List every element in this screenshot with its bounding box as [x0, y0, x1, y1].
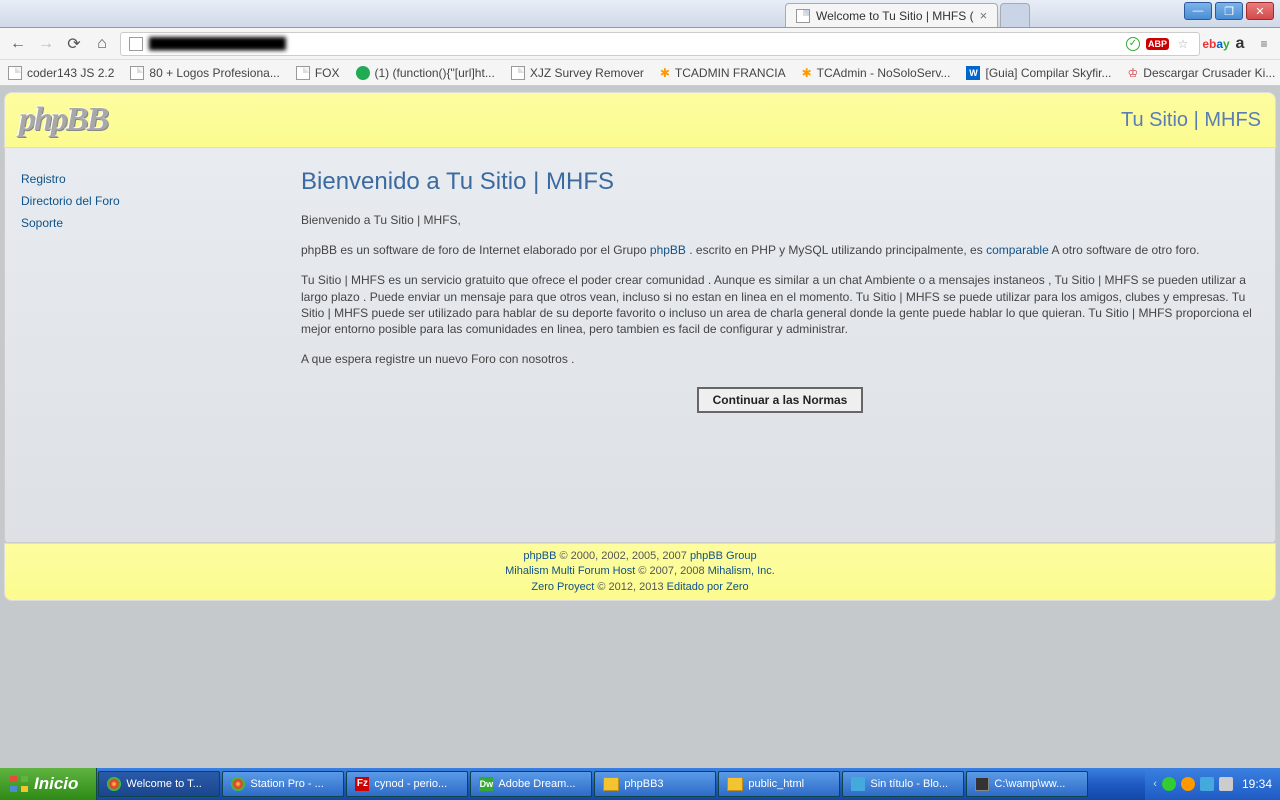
cta-paragraph: A que espera registre un nuevo Foro con … [301, 351, 1259, 367]
page-icon [796, 9, 810, 23]
footer-mmfh-link[interactable]: Mihalism Multi Forum Host [505, 565, 635, 577]
bookmark-icon: ✱ [660, 66, 670, 80]
bookmark-item[interactable]: ✱TCADMIN FRANCIA [660, 66, 786, 80]
taskbar-item[interactable]: Sin título - Blo... [842, 771, 964, 797]
bookmark-item[interactable]: 80 + Logos Profesiona... [130, 66, 279, 80]
footer-editado-link[interactable]: Editado por Zero [667, 581, 749, 593]
taskbar-item[interactable]: DwAdobe Dream... [470, 771, 592, 797]
tray-volume-icon[interactable] [1219, 777, 1233, 791]
page-heading: Bienvenido a Tu Sitio | MHFS [301, 168, 1259, 196]
window-controls: — ❐ ✕ [1184, 2, 1274, 20]
amazon-icon[interactable]: a [1232, 36, 1248, 52]
taskbar-item[interactable]: phpBB3 [594, 771, 716, 797]
bookmark-item[interactable]: ✱TCAdmin - NoSoloServ... [802, 66, 951, 80]
close-window-button[interactable]: ✕ [1246, 2, 1274, 20]
description-paragraph: Tu Sitio | MHFS es un servicio gratuito … [301, 272, 1259, 337]
tab-title: Welcome to Tu Sitio | MHFS ( [816, 9, 974, 23]
continue-button[interactable]: Continuar a las Normas [697, 387, 864, 413]
folder-icon [603, 777, 619, 791]
bookmark-icon [8, 66, 22, 80]
taskbar-item[interactable]: C:\wamp\ww... [966, 771, 1088, 797]
bookmarks-bar: coder143 JS 2.2 80 + Logos Profesiona...… [0, 60, 1280, 86]
bookmark-icon [130, 66, 144, 80]
tray-arrow-icon[interactable]: ‹ [1153, 778, 1157, 790]
system-tray: ‹ 19:34 [1145, 768, 1280, 800]
bookmark-icon: ✱ [802, 66, 812, 80]
taskbar: Inicio Welcome to T... Station Pro - ...… [0, 768, 1280, 800]
tray-icon[interactable] [1200, 777, 1214, 791]
dreamweaver-icon: Dw [479, 777, 493, 791]
reload-button[interactable]: ⟳ [64, 34, 84, 54]
taskbar-item[interactable]: Station Pro - ... [222, 771, 344, 797]
home-button[interactable]: ⌂ [92, 34, 112, 54]
maximize-button[interactable]: ❐ [1215, 2, 1243, 20]
site-header: phpBB Tu Sitio | MHFS [4, 92, 1276, 148]
bookmark-item[interactable]: ♔Descargar Crusader Ki... [1128, 66, 1276, 80]
folder-icon [727, 777, 743, 791]
phpbb-logo: phpBB [19, 101, 107, 139]
bookmark-icon: W [966, 66, 980, 80]
bookmark-icon [511, 66, 525, 80]
tray-icon[interactable] [1181, 777, 1195, 791]
bookmark-item[interactable]: W[Guia] Compilar Skyfir... [966, 66, 1111, 80]
abp-icon[interactable]: ABP [1146, 38, 1169, 50]
main-content: Bienvenido a Tu Sitio | MHFS Bienvenido … [301, 168, 1259, 462]
notepad-icon [851, 777, 865, 791]
taskbar-item[interactable]: Fzcynod - perio... [346, 771, 468, 797]
menu-icon[interactable]: ≡ [1256, 36, 1272, 52]
footer-phpbb-group-link[interactable]: phpBB Group [690, 550, 757, 562]
footer-zero-link[interactable]: Zero Proyect [531, 581, 594, 593]
bookmark-item[interactable]: (1) (function(){"[url]ht... [356, 66, 495, 80]
filezilla-icon: Fz [355, 777, 369, 791]
new-tab-button[interactable] [1000, 3, 1030, 27]
cmd-icon [975, 777, 989, 791]
footer-phpbb-link[interactable]: phpBB [523, 550, 556, 562]
sidebar: Registro Directorio del Foro Soporte [21, 168, 301, 462]
bookmark-icon: ♔ [1128, 66, 1139, 80]
tab-strip: Welcome to Tu Sitio | MHFS ( × [0, 0, 1280, 28]
site-icon [129, 37, 143, 51]
windows-logo-icon [10, 776, 28, 792]
navigation-bar: ← → ⟳ ⌂ ████████████████████ ✓ ABP ☆ eba… [0, 28, 1280, 60]
button-row: Continuar a las Normas [301, 387, 1259, 413]
bookmark-item[interactable]: FOX [296, 66, 340, 80]
bookmark-icon [356, 66, 370, 80]
phpbb-link[interactable]: phpBB [650, 243, 686, 257]
sidebar-link-soporte[interactable]: Soporte [21, 212, 281, 234]
clock[interactable]: 19:34 [1242, 777, 1272, 791]
address-bar[interactable]: ████████████████████ ✓ ABP ☆ [120, 32, 1200, 56]
tray-icon[interactable] [1162, 777, 1176, 791]
sidebar-link-directorio[interactable]: Directorio del Foro [21, 190, 281, 212]
bookmark-item[interactable]: XJZ Survey Remover [511, 66, 644, 80]
close-tab-icon[interactable]: × [980, 8, 988, 23]
url-text: ████████████████████ [149, 38, 285, 50]
browser-tab[interactable]: Welcome to Tu Sitio | MHFS ( × [785, 3, 998, 27]
verified-icon[interactable]: ✓ [1126, 37, 1140, 51]
taskbar-item[interactable]: Welcome to T... [98, 771, 220, 797]
star-icon[interactable]: ☆ [1175, 36, 1191, 52]
ebay-icon[interactable]: ebay [1208, 36, 1224, 52]
chrome-icon [107, 777, 121, 791]
comparable-link[interactable]: comparable [986, 243, 1049, 257]
taskbar-item[interactable]: public_html [718, 771, 840, 797]
site-footer: phpBB © 2000, 2002, 2005, 2007 phpBB Gro… [4, 543, 1276, 601]
forward-button[interactable]: → [36, 34, 56, 54]
page-viewport: phpBB Tu Sitio | MHFS Registro Directori… [0, 86, 1280, 601]
sidebar-link-registro[interactable]: Registro [21, 168, 281, 190]
chrome-icon [231, 777, 245, 791]
bookmark-icon [296, 66, 310, 80]
content-area: Registro Directorio del Foro Soporte Bie… [4, 148, 1276, 543]
site-title: Tu Sitio | MHFS [1121, 109, 1261, 132]
back-button[interactable]: ← [8, 34, 28, 54]
about-paragraph: phpBB es un software de foro de Internet… [301, 242, 1259, 258]
bookmark-item[interactable]: coder143 JS 2.2 [8, 66, 114, 80]
start-button[interactable]: Inicio [0, 768, 97, 800]
intro-paragraph: Bienvenido a Tu Sitio | MHFS, [301, 212, 1259, 228]
minimize-button[interactable]: — [1184, 2, 1212, 20]
footer-mihalism-link[interactable]: Mihalism, Inc. [708, 565, 775, 577]
